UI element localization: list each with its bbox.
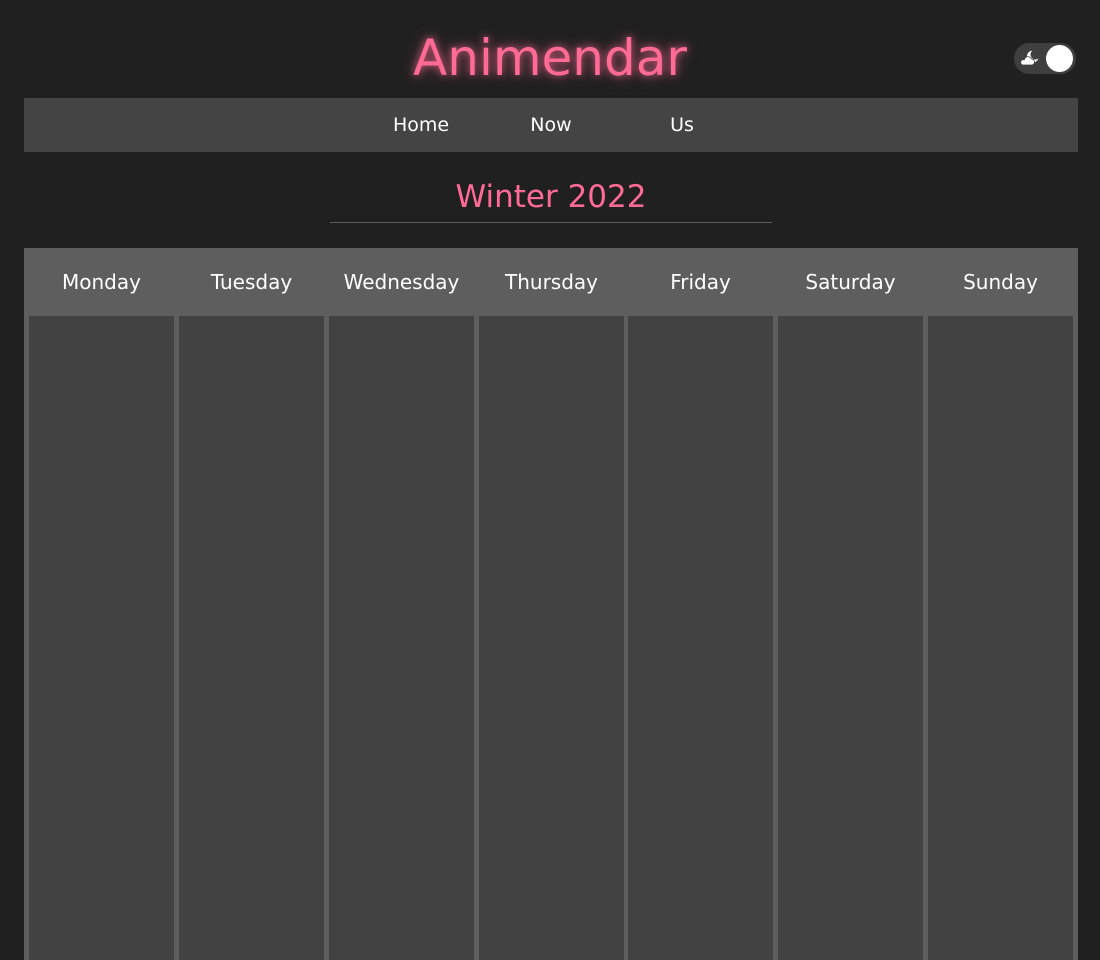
day-header-monday: Monday xyxy=(62,270,141,294)
day-header-tuesday: Tuesday xyxy=(210,270,293,294)
day-column-thursday xyxy=(479,316,624,960)
nav-us[interactable]: Us xyxy=(670,98,694,152)
page: Animendar Home Now Us Winter 2022 Monday… xyxy=(0,0,1100,960)
moon-cloud-icon xyxy=(1020,50,1039,66)
day-column-monday xyxy=(29,316,174,960)
day-column-sunday xyxy=(928,316,1073,960)
day-column-tuesday xyxy=(179,316,324,960)
day-header-friday: Friday xyxy=(670,270,731,294)
day-column-wednesday xyxy=(329,316,474,960)
site-logo-title[interactable]: Animendar xyxy=(0,28,1100,88)
season-title: Winter 2022 xyxy=(455,179,647,215)
nav-now[interactable]: Now xyxy=(530,98,571,152)
day-header-saturday: Saturday xyxy=(805,270,896,294)
season-heading: Winter 2022 xyxy=(330,174,772,223)
theme-toggle[interactable] xyxy=(1014,43,1076,74)
day-column-saturday xyxy=(778,316,923,960)
day-header-wednesday: Wednesday xyxy=(343,270,460,294)
toggle-knob xyxy=(1046,45,1073,72)
day-header-thursday: Thursday xyxy=(505,270,598,294)
nav-home[interactable]: Home xyxy=(393,98,449,152)
day-header-sunday: Sunday xyxy=(963,270,1038,294)
day-column-friday xyxy=(628,316,773,960)
site-header: Animendar xyxy=(0,0,1100,98)
weekly-calendar: Monday Tuesday Wednesday Thursday Friday… xyxy=(24,248,1078,960)
main-nav: Home Now Us xyxy=(24,98,1078,152)
